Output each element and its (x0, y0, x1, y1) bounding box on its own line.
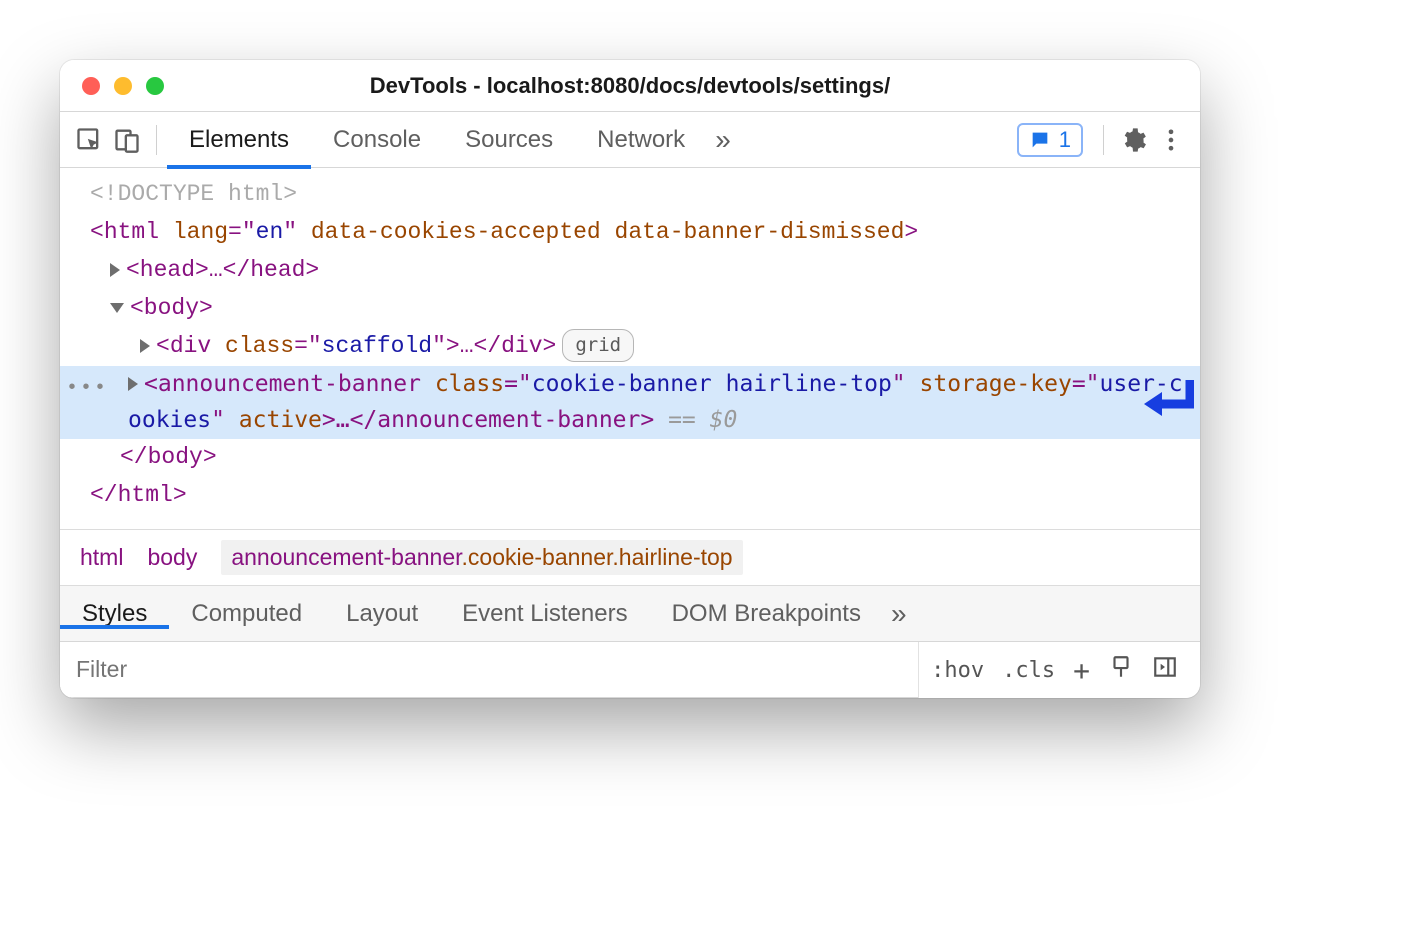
styles-tabs: Styles Computed Layout Event Listeners D… (60, 586, 1200, 642)
styles-filter-bar: :hov .cls + (60, 642, 1200, 698)
elements-panel: <!DOCTYPE html> <html lang="en" data-coo… (60, 168, 1200, 529)
expand-icon[interactable] (128, 377, 138, 391)
main-tabs: Elements Console Sources Network (167, 112, 707, 168)
dom-div-scaffold[interactable]: <div class="scaffold">…</div>grid (60, 328, 1200, 366)
annotation-arrow-icon (1140, 376, 1194, 438)
expand-icon[interactable] (140, 339, 150, 353)
window-title: DevTools - localhost:8080/docs/devtools/… (60, 73, 1200, 99)
tab-dom-breakpoints[interactable]: DOM Breakpoints (650, 600, 883, 628)
traffic-lights (60, 77, 164, 95)
paint-flash-icon[interactable] (1108, 654, 1134, 686)
computed-sidebar-toggle-icon[interactable] (1152, 654, 1178, 686)
tab-console[interactable]: Console (311, 112, 443, 168)
more-menu-icon[interactable] (1152, 121, 1190, 159)
breadcrumb-selected[interactable]: announcement-banner.cookie-banner.hairli… (221, 540, 742, 575)
expand-icon[interactable] (110, 263, 120, 277)
tab-styles[interactable]: Styles (60, 600, 169, 628)
issues-badge[interactable]: 1 (1017, 123, 1083, 157)
inspect-element-icon[interactable] (70, 121, 108, 159)
tab-network[interactable]: Network (575, 112, 707, 168)
dom-html-open[interactable]: <html lang="en" data-cookies-accepted da… (60, 214, 1200, 252)
device-toolbar-icon[interactable] (108, 121, 146, 159)
tab-event-listeners[interactable]: Event Listeners (440, 600, 649, 628)
titlebar: DevTools - localhost:8080/docs/devtools/… (60, 60, 1200, 112)
dom-selected-node[interactable]: ••• <announcement-banner class="cookie-b… (60, 366, 1200, 440)
settings-icon[interactable] (1114, 121, 1152, 159)
tab-layout[interactable]: Layout (324, 600, 440, 628)
styles-filter-actions: :hov .cls + (918, 642, 1190, 698)
close-window-button[interactable] (82, 77, 100, 95)
dom-breadcrumb: html body announcement-banner.cookie-ban… (60, 529, 1200, 586)
dom-head[interactable]: <head>…</head> (60, 252, 1200, 290)
toggle-hover-button[interactable]: :hov (931, 658, 984, 683)
dom-html-close[interactable]: </html> (60, 477, 1200, 515)
dom-body-close[interactable]: </body> (60, 439, 1200, 477)
tab-computed[interactable]: Computed (169, 600, 324, 628)
maximize-window-button[interactable] (146, 77, 164, 95)
layout-badge-grid[interactable]: grid (562, 329, 634, 362)
toolbar-separator (156, 125, 157, 155)
dom-body-open[interactable]: <body> (60, 290, 1200, 328)
minimize-window-button[interactable] (114, 77, 132, 95)
console-reference: == $0 (654, 407, 737, 433)
issues-count: 1 (1059, 127, 1071, 153)
gutter-ellipsis-icon[interactable]: ••• (66, 372, 108, 405)
dom-doctype[interactable]: <!DOCTYPE html> (60, 176, 1200, 214)
collapse-icon[interactable] (110, 303, 124, 313)
main-toolbar: Elements Console Sources Network » 1 (60, 112, 1200, 168)
devtools-window: DevTools - localhost:8080/docs/devtools/… (60, 60, 1200, 698)
toolbar-separator (1103, 125, 1104, 155)
tab-sources[interactable]: Sources (443, 112, 575, 168)
tabs-overflow-button[interactable]: » (707, 124, 739, 156)
breadcrumb-body[interactable]: body (147, 544, 197, 571)
styles-filter-input[interactable] (60, 642, 918, 698)
new-style-rule-button[interactable]: + (1073, 654, 1090, 687)
toggle-classes-button[interactable]: .cls (1002, 658, 1055, 683)
tab-elements[interactable]: Elements (167, 112, 311, 168)
breadcrumb-html[interactable]: html (80, 544, 123, 571)
subtabs-overflow-button[interactable]: » (883, 598, 915, 630)
